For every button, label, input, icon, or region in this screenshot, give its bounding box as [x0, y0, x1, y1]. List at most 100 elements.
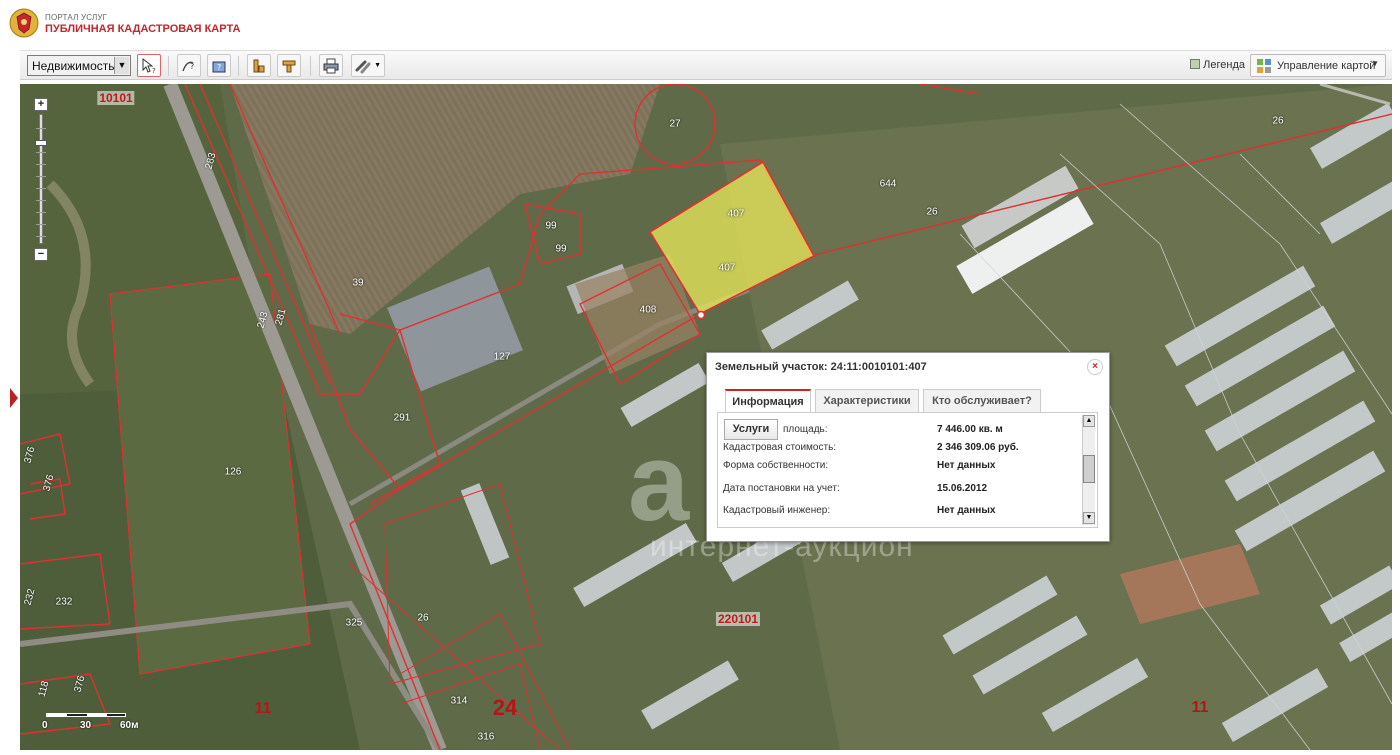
chevron-down-icon: ▼ — [1371, 59, 1379, 68]
plot-label[interactable]: 39 — [352, 278, 363, 289]
map-control-label: Управление картой — [1277, 60, 1376, 72]
measure-distance-button[interactable] — [247, 54, 271, 77]
cursor-question-icon: ? — [142, 58, 156, 74]
cadastral-value: 2 346 309.06 руб. — [937, 442, 1019, 453]
info-area-button[interactable]: ? — [207, 54, 231, 77]
tab-who-serves[interactable]: Кто обслуживает? — [923, 389, 1041, 412]
zoom-out-button[interactable]: − — [34, 248, 48, 261]
zoom-tick — [36, 236, 46, 237]
popup-content: Услуги площадь: 7 446.00 кв. м Кадастров… — [717, 412, 1098, 528]
zoom-tick — [36, 200, 46, 201]
plot-label[interactable]: 126 — [225, 467, 242, 478]
legend-checkbox[interactable] — [1190, 59, 1201, 69]
parcel-marker-icon[interactable] — [696, 310, 706, 320]
zoom-tick — [36, 152, 46, 153]
printer-icon — [323, 58, 339, 74]
plot-label[interactable]: 99 — [545, 221, 556, 232]
chevron-down-icon: ▼ — [374, 62, 381, 69]
tab-characteristics[interactable]: Характеристики — [815, 389, 919, 412]
layers-grid-icon — [1257, 59, 1271, 73]
zoom-tick — [36, 188, 46, 189]
ownership-label: Формa собственности: — [723, 460, 829, 471]
plot-label[interactable]: 26 — [926, 207, 937, 218]
portal-subtitle: ПОРТАЛ УСЛУГ — [45, 13, 108, 22]
measure-area-button[interactable] — [277, 54, 301, 77]
link-icon — [355, 60, 371, 74]
legend-label: Легенда — [1203, 59, 1245, 71]
svg-text:?: ? — [152, 67, 156, 74]
measure-question-button[interactable]: ? — [177, 54, 201, 77]
help-curve-icon: ? — [182, 61, 194, 72]
side-panel-toggle-arrow-icon[interactable] — [10, 388, 18, 408]
zoom-tick — [36, 164, 46, 165]
toolbar-separator — [168, 56, 169, 76]
registration-date-label: Дата постановки на учет: — [723, 483, 840, 494]
district-label: 11 — [1191, 699, 1209, 716]
link-button[interactable]: ▼ — [351, 54, 385, 77]
identify-tool-button[interactable]: ? — [137, 54, 161, 77]
scale-label: 30 — [80, 720, 92, 731]
tab-info[interactable]: Информация — [725, 389, 811, 413]
district-label: 11 — [254, 700, 272, 717]
scroll-thumb[interactable] — [1083, 455, 1095, 483]
layer-select-value: Недвижимость — [32, 59, 115, 73]
scale-bar-graphic — [46, 713, 126, 717]
ruler-icon — [253, 59, 265, 73]
engineer-value: Нет данных — [937, 505, 996, 516]
area-value: 7 446.00 кв. м — [937, 424, 1003, 435]
svg-text:?: ? — [217, 63, 221, 72]
map-toolbar: Недвижимость ▼ ? ? ? ▼ Легенда Управлени… — [20, 50, 1392, 80]
ownership-value: Нет данных — [937, 460, 996, 471]
zoom-slider-handle[interactable] — [35, 140, 47, 146]
zoom-tick — [36, 176, 46, 177]
zoom-tick — [36, 224, 46, 225]
zoom-in-button[interactable]: + — [34, 98, 48, 111]
plot-label[interactable]: 99 — [555, 244, 566, 255]
zoom-tick — [36, 128, 46, 129]
info-map-icon: ? — [212, 61, 226, 73]
plot-label[interactable]: 316 — [478, 732, 495, 743]
portal-title[interactable]: ПУБЛИЧНАЯ КАДАСТРОВАЯ КАРТА — [45, 23, 240, 35]
area-ruler-icon — [282, 60, 296, 73]
print-button[interactable] — [319, 54, 343, 77]
header: ПОРТАЛ УСЛУГ ПУБЛИЧНАЯ КАДАСТРОВАЯ КАРТА — [0, 0, 1400, 46]
toolbar-separator — [238, 56, 239, 76]
plot-label[interactable]: 26 — [417, 613, 428, 624]
chevron-down-icon: ▼ — [114, 57, 129, 74]
svg-text:?: ? — [190, 62, 194, 71]
toolbar-separator — [310, 56, 311, 76]
cadastral-value-label: Кадастровая стоимость: — [723, 442, 837, 453]
scale-label: 60м — [120, 720, 139, 731]
plot-label[interactable]: 407 — [728, 209, 745, 220]
plot-label[interactable]: 407 — [719, 263, 736, 274]
scroll-up-icon[interactable]: ▲ — [1083, 415, 1095, 427]
scroll-down-icon[interactable]: ▼ — [1083, 512, 1095, 524]
coat-of-arms-logo-icon[interactable] — [9, 7, 39, 39]
plot-label[interactable]: 325 — [346, 618, 363, 629]
legend-toggle[interactable]: Легенда — [1190, 59, 1245, 71]
zoom-tick — [36, 212, 46, 213]
plot-label[interactable]: 408 — [640, 305, 657, 316]
close-icon[interactable]: × — [1087, 359, 1103, 375]
plot-label[interactable]: 27 — [669, 119, 680, 130]
district-label: 24 — [492, 695, 518, 720]
popup-title: Земельный участок: 24:11:0010101:407 — [715, 361, 927, 373]
layer-select[interactable]: Недвижимость ▼ — [27, 55, 131, 76]
plot-label[interactable]: 314 — [451, 696, 468, 707]
parcel-info-popup: Земельный участок: 24:11:0010101:407 × И… — [706, 352, 1110, 542]
plot-label[interactable]: 644 — [880, 179, 897, 190]
plot-label[interactable]: 232 — [56, 597, 73, 608]
scale-label: 0 — [42, 720, 48, 731]
zoom-control: + − — [34, 98, 48, 262]
registration-date-value: 15.06.2012 — [937, 483, 988, 494]
popup-scrollbar[interactable]: ▲ ▼ — [1082, 415, 1095, 525]
plot-label[interactable]: 26 — [1272, 116, 1283, 127]
plot-label[interactable]: 291 — [394, 413, 411, 424]
engineer-label: Кадастровый инженер: — [723, 505, 831, 516]
scale-bar: 0 30 60м — [42, 710, 162, 734]
cadastral-block-label: 220101 — [715, 612, 761, 626]
area-label: площадь: — [783, 424, 828, 435]
plot-label[interactable]: 127 — [494, 352, 511, 363]
map-control-dropdown[interactable]: Управление картой ▼ — [1250, 54, 1386, 77]
services-button[interactable]: Услуги — [724, 419, 778, 440]
